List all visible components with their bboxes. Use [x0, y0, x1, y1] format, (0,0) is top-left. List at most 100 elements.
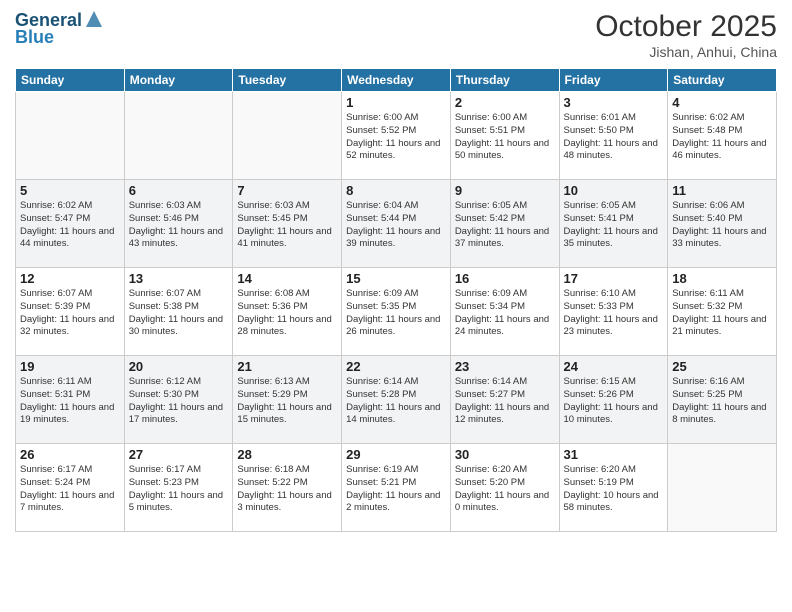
day-info: Sunrise: 6:13 AMSunset: 5:29 PMDaylight:…	[237, 376, 337, 427]
page-container: General Blue October 2025 Jishan, Anhui,…	[0, 0, 792, 612]
week-row-2: 5 Sunrise: 6:02 AMSunset: 5:47 PMDaylight…	[16, 180, 777, 268]
week-row-4: 19 Sunrise: 6:11 AMSunset: 5:31 PMDayligh…	[16, 356, 777, 444]
weekday-wednesday: Wednesday	[342, 69, 451, 92]
day-cell: 23 Sunrise: 6:14 AMSunset: 5:27 PMDayligh…	[450, 356, 559, 444]
day-cell	[668, 444, 777, 532]
day-cell: 21 Sunrise: 6:13 AMSunset: 5:29 PMDayligh…	[233, 356, 342, 444]
day-info: Sunrise: 6:17 AMSunset: 5:23 PMDaylight:…	[129, 464, 229, 515]
week-row-3: 12 Sunrise: 6:07 AMSunset: 5:39 PMDayligh…	[16, 268, 777, 356]
day-cell: 1 Sunrise: 6:00 AMSunset: 5:52 PMDaylight…	[342, 92, 451, 180]
title-block: October 2025 Jishan, Anhui, China	[595, 10, 777, 60]
day-number: 14	[237, 271, 337, 286]
day-info: Sunrise: 6:05 AMSunset: 5:41 PMDaylight:…	[564, 200, 664, 251]
day-number: 29	[346, 447, 446, 462]
day-info: Sunrise: 6:20 AMSunset: 5:20 PMDaylight:…	[455, 464, 555, 515]
day-number: 2	[455, 95, 555, 110]
day-cell: 30 Sunrise: 6:20 AMSunset: 5:20 PMDayligh…	[450, 444, 559, 532]
day-cell: 8Sunrise: 6:04 AMSunset: 5:44 PMDaylight…	[342, 180, 451, 268]
day-number: 30	[455, 447, 555, 462]
day-number: 4	[672, 95, 772, 110]
day-cell: 3 Sunrise: 6:01 AMSunset: 5:50 PMDaylight…	[559, 92, 668, 180]
day-number: 24	[564, 359, 664, 374]
day-number: 1	[346, 95, 446, 110]
weekday-sunday: Sunday	[16, 69, 125, 92]
logo: General Blue	[15, 10, 104, 48]
day-number: 11	[672, 183, 772, 198]
day-info: Sunrise: 6:03 AMSunset: 5:45 PMDaylight:…	[237, 200, 337, 251]
weekday-header-row: SundayMondayTuesdayWednesdayThursdayFrid…	[16, 69, 777, 92]
day-number: 17	[564, 271, 664, 286]
day-number: 31	[564, 447, 664, 462]
day-number: 10	[564, 183, 664, 198]
day-number: 19	[20, 359, 120, 374]
header: General Blue October 2025 Jishan, Anhui,…	[15, 10, 777, 60]
day-cell: 22Sunrise: 6:14 AMSunset: 5:28 PMDayligh…	[342, 356, 451, 444]
weekday-monday: Monday	[124, 69, 233, 92]
day-cell: 12 Sunrise: 6:07 AMSunset: 5:39 PMDayligh…	[16, 268, 125, 356]
day-cell: 13 Sunrise: 6:07 AMSunset: 5:38 PMDayligh…	[124, 268, 233, 356]
day-cell: 2 Sunrise: 6:00 AMSunset: 5:51 PMDaylight…	[450, 92, 559, 180]
day-cell: 25Sunrise: 6:16 AMSunset: 5:25 PMDayligh…	[668, 356, 777, 444]
day-cell: 24 Sunrise: 6:15 AMSunset: 5:26 PMDayligh…	[559, 356, 668, 444]
day-info: Sunrise: 6:05 AMSunset: 5:42 PMDaylight:…	[455, 200, 555, 251]
day-info: Sunrise: 6:11 AMSunset: 5:31 PMDaylight:…	[20, 376, 120, 427]
day-info: Sunrise: 6:09 AMSunset: 5:34 PMDaylight:…	[455, 288, 555, 339]
day-number: 27	[129, 447, 229, 462]
day-info: Sunrise: 6:16 AMSunset: 5:25 PMDaylight:…	[672, 376, 772, 427]
day-info: Sunrise: 6:14 AMSunset: 5:27 PMDaylight:…	[455, 376, 555, 427]
day-number: 21	[237, 359, 337, 374]
day-info: Sunrise: 6:07 AMSunset: 5:39 PMDaylight:…	[20, 288, 120, 339]
day-number: 3	[564, 95, 664, 110]
day-info: Sunrise: 6:09 AMSunset: 5:35 PMDaylight:…	[346, 288, 446, 339]
day-info: Sunrise: 6:02 AMSunset: 5:47 PMDaylight:…	[20, 200, 120, 251]
day-cell: 18 Sunrise: 6:11 AMSunset: 5:32 PMDayligh…	[668, 268, 777, 356]
day-cell: 11 Sunrise: 6:06 AMSunset: 5:40 PMDayligh…	[668, 180, 777, 268]
day-cell: 31 Sunrise: 6:20 AMSunset: 5:19 PMDayligh…	[559, 444, 668, 532]
day-number: 23	[455, 359, 555, 374]
day-info: Sunrise: 6:20 AMSunset: 5:19 PMDaylight:…	[564, 464, 664, 515]
weekday-friday: Friday	[559, 69, 668, 92]
location: Jishan, Anhui, China	[595, 44, 777, 60]
day-info: Sunrise: 6:01 AMSunset: 5:50 PMDaylight:…	[564, 112, 664, 163]
calendar: SundayMondayTuesdayWednesdayThursdayFrid…	[15, 68, 777, 532]
day-cell: 19 Sunrise: 6:11 AMSunset: 5:31 PMDayligh…	[16, 356, 125, 444]
day-info: Sunrise: 6:07 AMSunset: 5:38 PMDaylight:…	[129, 288, 229, 339]
day-number: 12	[20, 271, 120, 286]
weekday-thursday: Thursday	[450, 69, 559, 92]
day-info: Sunrise: 6:00 AMSunset: 5:51 PMDaylight:…	[455, 112, 555, 163]
day-number: 5	[20, 183, 120, 198]
weekday-tuesday: Tuesday	[233, 69, 342, 92]
day-cell: 4Sunrise: 6:02 AMSunset: 5:48 PMDaylight…	[668, 92, 777, 180]
day-cell: 9Sunrise: 6:05 AMSunset: 5:42 PMDaylight…	[450, 180, 559, 268]
day-info: Sunrise: 6:12 AMSunset: 5:30 PMDaylight:…	[129, 376, 229, 427]
day-cell	[233, 92, 342, 180]
day-info: Sunrise: 6:08 AMSunset: 5:36 PMDaylight:…	[237, 288, 337, 339]
day-cell: 10 Sunrise: 6:05 AMSunset: 5:41 PMDayligh…	[559, 180, 668, 268]
day-info: Sunrise: 6:19 AMSunset: 5:21 PMDaylight:…	[346, 464, 446, 515]
week-row-5: 26Sunrise: 6:17 AMSunset: 5:24 PMDayligh…	[16, 444, 777, 532]
day-info: Sunrise: 6:06 AMSunset: 5:40 PMDaylight:…	[672, 200, 772, 251]
day-number: 20	[129, 359, 229, 374]
day-cell: 28 Sunrise: 6:18 AMSunset: 5:22 PMDayligh…	[233, 444, 342, 532]
day-number: 13	[129, 271, 229, 286]
day-info: Sunrise: 6:15 AMSunset: 5:26 PMDaylight:…	[564, 376, 664, 427]
day-info: Sunrise: 6:17 AMSunset: 5:24 PMDaylight:…	[20, 464, 120, 515]
day-cell: 17Sunrise: 6:10 AMSunset: 5:33 PMDayligh…	[559, 268, 668, 356]
day-number: 22	[346, 359, 446, 374]
day-cell: 29 Sunrise: 6:19 AMSunset: 5:21 PMDayligh…	[342, 444, 451, 532]
day-cell	[16, 92, 125, 180]
day-number: 8	[346, 183, 446, 198]
day-info: Sunrise: 6:00 AMSunset: 5:52 PMDaylight:…	[346, 112, 446, 163]
logo-icon	[84, 9, 104, 29]
day-cell: 14 Sunrise: 6:08 AMSunset: 5:36 PMDayligh…	[233, 268, 342, 356]
day-cell: 7Sunrise: 6:03 AMSunset: 5:45 PMDaylight…	[233, 180, 342, 268]
day-info: Sunrise: 6:11 AMSunset: 5:32 PMDaylight:…	[672, 288, 772, 339]
day-info: Sunrise: 6:18 AMSunset: 5:22 PMDaylight:…	[237, 464, 337, 515]
day-cell: 15Sunrise: 6:09 AMSunset: 5:35 PMDayligh…	[342, 268, 451, 356]
week-row-1: 1 Sunrise: 6:00 AMSunset: 5:52 PMDaylight…	[16, 92, 777, 180]
day-cell: 27 Sunrise: 6:17 AMSunset: 5:23 PMDayligh…	[124, 444, 233, 532]
day-cell: 5 Sunrise: 6:02 AMSunset: 5:47 PMDaylight…	[16, 180, 125, 268]
day-number: 28	[237, 447, 337, 462]
day-number: 18	[672, 271, 772, 286]
month-title: October 2025	[595, 10, 777, 44]
